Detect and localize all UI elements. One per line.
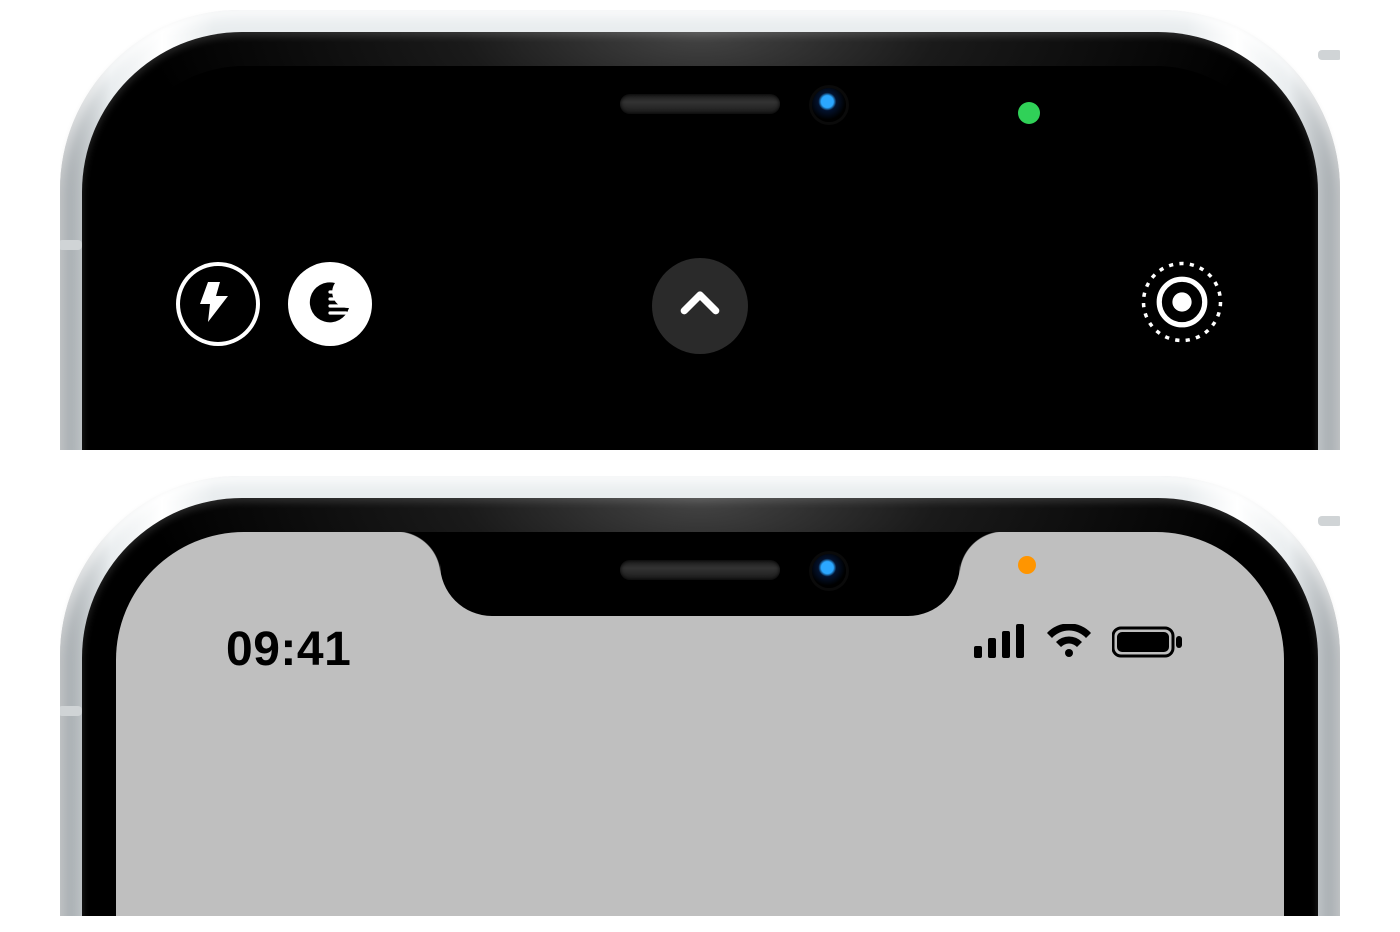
camera-options-expand[interactable] (652, 258, 748, 354)
status-time: 09:41 (226, 622, 351, 677)
antenna-band (60, 706, 82, 716)
wifi-icon (1044, 624, 1094, 660)
status-right-cluster (974, 624, 1184, 660)
phone-top-statusbar: 09:41 (60, 476, 1340, 916)
front-camera-lens (812, 88, 846, 122)
display-notch (440, 66, 960, 150)
earpiece-speaker (620, 94, 780, 114)
battery-icon (1112, 625, 1184, 659)
antenna-band (1318, 516, 1340, 526)
phone-top-camera (60, 10, 1340, 450)
chevron-up-icon (673, 277, 727, 336)
live-photo-icon (1140, 260, 1224, 349)
status-bar: 09:41 (116, 564, 1284, 620)
antenna-band (60, 240, 82, 250)
camera-top-controls (116, 262, 1284, 372)
cellular-signal-icon (974, 624, 1026, 660)
camera-indicator-dot (1018, 102, 1040, 124)
night-mode-toggle[interactable] (288, 262, 372, 346)
flash-icon (194, 278, 242, 331)
flash-toggle[interactable] (176, 262, 260, 346)
antenna-band (1318, 50, 1340, 60)
camera-screen (116, 66, 1284, 450)
live-photo-toggle[interactable] (1140, 262, 1224, 346)
home-screen: 09:41 (116, 532, 1284, 916)
night-mode-icon (306, 278, 354, 331)
